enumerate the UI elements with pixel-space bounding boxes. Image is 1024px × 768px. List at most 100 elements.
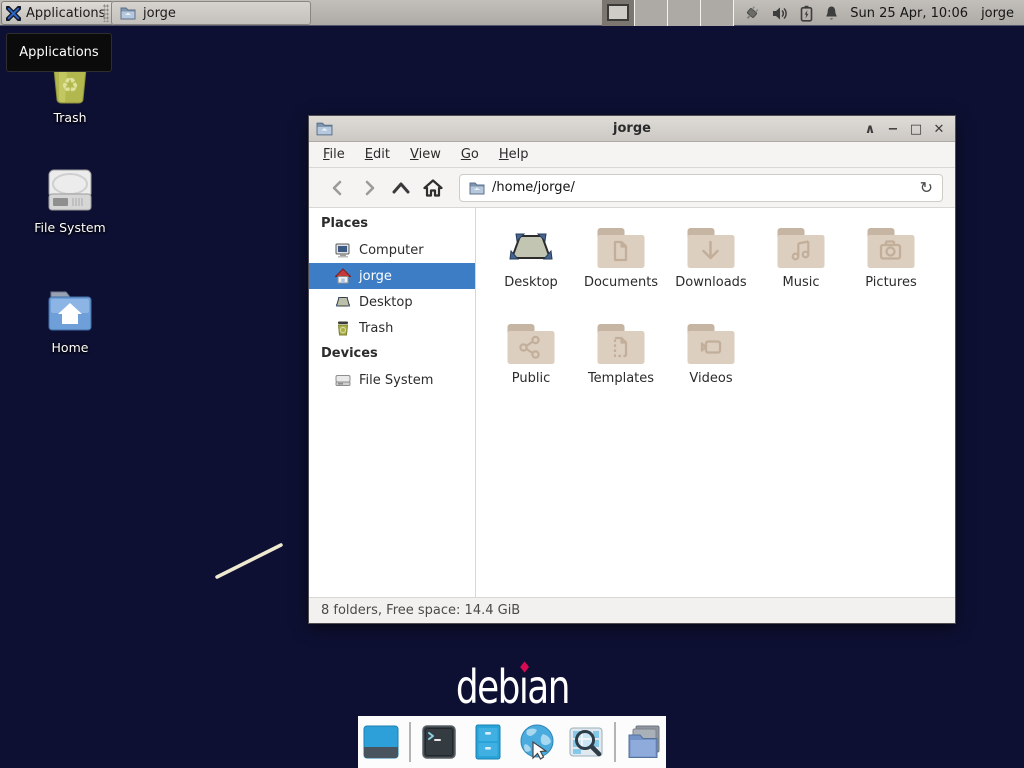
app-finder-button[interactable]	[565, 721, 607, 763]
shade-button[interactable]: ∧	[863, 122, 877, 137]
folder-item-label: Templates	[588, 371, 654, 386]
computer-icon	[335, 242, 351, 258]
applications-menu-icon	[6, 6, 21, 21]
hard-drive-icon	[45, 168, 95, 214]
file-manager-window: jorge ∧ − □ ✕ File Edit View Go Help	[308, 115, 956, 624]
folder-item-videos[interactable]: Videos	[666, 320, 756, 416]
sidebar-item-label: Trash	[359, 321, 393, 336]
workspace-4[interactable]	[701, 0, 734, 26]
folder-item-label: Public	[512, 371, 550, 386]
location-path-text: /home/jorge/	[492, 180, 575, 195]
folder-item-label: Videos	[689, 371, 732, 386]
folder-view: Desktop Documents	[476, 208, 955, 597]
templates-folder-icon	[597, 323, 645, 365]
desktop-icon-label: File System	[34, 220, 106, 235]
workspace-window-thumbnail	[607, 4, 629, 21]
folder-item-label: Desktop	[504, 275, 558, 290]
folder-item-desktop[interactable]: Desktop	[486, 224, 576, 320]
home-button[interactable]	[417, 173, 449, 203]
pictures-folder-icon	[867, 227, 915, 269]
dock-separator	[614, 722, 616, 762]
folder-item-templates[interactable]: Templates	[576, 320, 666, 416]
panel-grip-handle[interactable]	[103, 4, 109, 22]
hard-drive-icon	[335, 372, 351, 388]
file-manager-button[interactable]	[467, 721, 509, 763]
taskbar-window-button[interactable]: jorge	[111, 1, 311, 25]
public-folder-icon	[507, 323, 555, 365]
desktop-icon-label: Trash	[53, 110, 86, 125]
bottom-dock	[358, 716, 666, 768]
menubar: File Edit View Go Help	[309, 142, 955, 168]
forward-icon	[363, 180, 376, 196]
documents-folder-icon	[597, 227, 645, 269]
workspace-switcher	[602, 0, 734, 26]
sidebar-item-trash[interactable]: Trash	[309, 315, 475, 341]
folder-item-music[interactable]: Music	[756, 224, 846, 320]
desktop-icon-file-system[interactable]: File System	[24, 168, 116, 235]
menu-help[interactable]: Help	[489, 143, 539, 166]
sidebar-devices-header: Devices	[309, 341, 475, 367]
workspace-3[interactable]	[668, 0, 701, 26]
web-browser-globe-icon	[517, 722, 557, 762]
folder-item-public[interactable]: Public	[486, 320, 576, 416]
up-button[interactable]	[385, 173, 417, 203]
desktop-icon-home[interactable]: Home	[24, 288, 116, 355]
sidebar-item-jorge[interactable]: jorge	[309, 263, 475, 289]
network-icon[interactable]	[743, 5, 761, 22]
panel-username[interactable]: jorge	[981, 6, 1014, 21]
minimize-button[interactable]: −	[886, 122, 900, 137]
notifications-icon[interactable]	[824, 5, 839, 22]
top-panel: Applications jorge	[0, 0, 1024, 26]
sidebar-item-label: Computer	[359, 243, 424, 258]
back-button[interactable]	[321, 173, 353, 203]
system-tray	[743, 5, 839, 22]
menu-file[interactable]: File	[313, 143, 355, 166]
show-desktop-button[interactable]	[360, 721, 402, 763]
home-icon	[423, 179, 443, 197]
menu-view[interactable]: View	[400, 143, 451, 166]
reload-button[interactable]: ↻	[920, 180, 933, 196]
status-text: 8 folders, Free space: 14.4 GiB	[321, 603, 520, 618]
window-title: jorge	[309, 121, 955, 136]
desktop-icon-label: Home	[52, 340, 89, 355]
applications-menu-button[interactable]: Applications	[1, 1, 114, 25]
panel-clock[interactable]: Sun 25 Apr, 10:06	[850, 6, 968, 21]
battery-icon[interactable]	[800, 5, 813, 22]
sidebar-places-header: Places	[309, 211, 475, 237]
terminal-button[interactable]	[418, 721, 460, 763]
folder-item-label: Downloads	[675, 275, 746, 290]
sidebar-item-computer[interactable]: Computer	[309, 237, 475, 263]
up-icon	[392, 182, 410, 194]
workspace-1[interactable]	[602, 0, 635, 26]
menu-edit[interactable]: Edit	[355, 143, 400, 166]
directory-button[interactable]	[623, 721, 665, 763]
volume-icon[interactable]	[772, 6, 789, 21]
folder-item-documents[interactable]: Documents	[576, 224, 666, 320]
location-bar[interactable]: /home/jorge/ ↻	[459, 174, 943, 202]
menu-go[interactable]: Go	[451, 143, 489, 166]
folder-item-label: Pictures	[865, 275, 916, 290]
sidebar-item-label: jorge	[359, 269, 392, 284]
sidebar-item-file-system[interactable]: File System	[309, 367, 475, 393]
window-folder-icon	[316, 121, 333, 136]
folders-icon	[624, 722, 664, 762]
folder-item-downloads[interactable]: Downloads	[666, 224, 756, 320]
sidebar-item-desktop[interactable]: Desktop	[309, 289, 475, 315]
folder-item-label: Documents	[584, 275, 658, 290]
sidebar-item-label: Desktop	[359, 295, 413, 310]
maximize-button[interactable]: □	[909, 122, 923, 137]
file-cabinet-icon	[468, 722, 508, 762]
close-button[interactable]: ✕	[932, 122, 946, 137]
folder-item-pictures[interactable]: Pictures	[846, 224, 936, 320]
statusbar: 8 folders, Free space: 14.4 GiB	[309, 597, 955, 623]
window-titlebar[interactable]: jorge ∧ − □ ✕	[309, 116, 955, 142]
tooltip-text: Applications	[19, 45, 98, 60]
workspace-2[interactable]	[635, 0, 668, 26]
web-browser-button[interactable]	[516, 721, 558, 763]
folder-icon	[120, 6, 136, 20]
back-icon	[331, 180, 344, 196]
svg-text:♻: ♻	[61, 73, 79, 97]
forward-button[interactable]	[353, 173, 385, 203]
music-folder-icon	[777, 227, 825, 269]
applications-tooltip: Applications	[6, 33, 112, 72]
